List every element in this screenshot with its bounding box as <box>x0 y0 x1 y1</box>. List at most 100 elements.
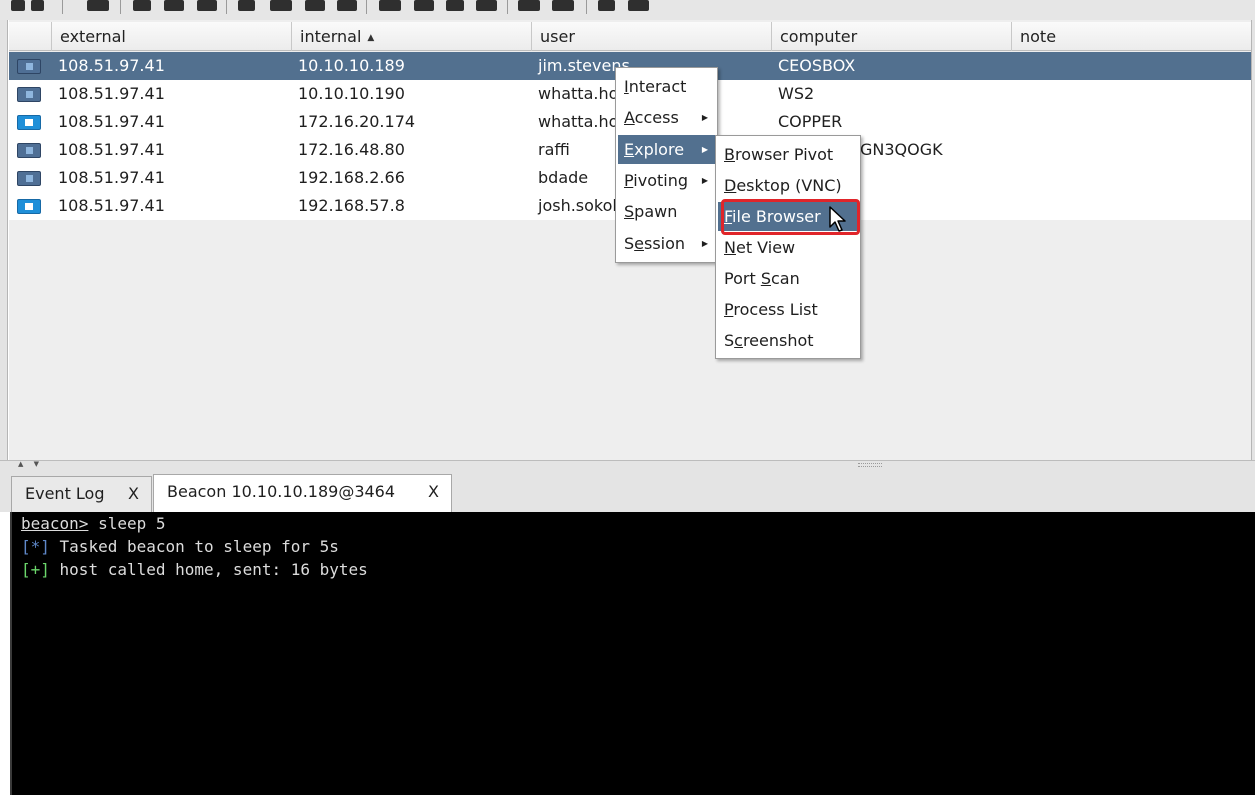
tab-event-log[interactable]: Event Log X <box>11 476 152 512</box>
java-signed-applet-icon[interactable] <box>414 0 434 11</box>
menu-item-explore[interactable]: Explore ▶ <box>618 135 715 164</box>
menu-item-pivoting[interactable]: Pivoting ▶ <box>618 166 715 195</box>
pane-splitter[interactable]: ▲ ▼ <box>0 460 1255 474</box>
toolbar-separator <box>226 0 227 14</box>
computer-name: CEOSBOX <box>778 56 856 75</box>
close-tab-icon[interactable]: X <box>128 477 139 511</box>
menu-item-browser-pivot[interactable]: Browser Pivot <box>718 140 858 169</box>
console-command-line: beacon> sleep 5 <box>21 512 166 535</box>
menu-item-access[interactable]: Access ▶ <box>618 103 715 132</box>
external-ip: 108.51.97.41 <box>58 196 165 215</box>
success-tag: [+] <box>21 560 50 579</box>
menu-item-net-view[interactable]: Net View <box>718 233 858 262</box>
external-ip: 108.51.97.41 <box>58 56 165 75</box>
menu-item-session[interactable]: Session ▶ <box>618 229 715 258</box>
table-header: external internal ▲ user computer note <box>9 22 1251 51</box>
mnemonic-letter: S <box>624 202 635 221</box>
host-file-icon[interactable] <box>552 0 574 11</box>
mnemonic-letter: E <box>624 140 635 159</box>
keystrokes-icon[interactable] <box>305 0 325 11</box>
console-output-line: [+] host called home, sent: 16 bytes <box>21 558 368 581</box>
column-header-label: note <box>1020 27 1057 46</box>
manage-sites-icon[interactable] <box>518 0 540 11</box>
explore-submenu: Browser Pivot Desktop (VNC) File Browser… <box>715 135 861 359</box>
menu-item-screenshot[interactable]: Screenshot <box>718 326 858 355</box>
menu-item-desktop-vnc[interactable]: Desktop (VNC) <box>718 171 858 200</box>
listeners-icon[interactable] <box>87 0 109 11</box>
left-frame-border <box>0 20 8 460</box>
column-header-internal[interactable]: internal ▲ <box>291 22 531 51</box>
computer-name: COPPER <box>778 112 843 131</box>
submenu-arrow-icon: ▶ <box>701 113 708 122</box>
internal-ip: 172.16.48.80 <box>298 140 405 159</box>
submenu-arrow-icon: ▶ <box>701 145 708 154</box>
user-name: josh.sokol <box>538 196 617 215</box>
column-header-label: computer <box>780 27 858 46</box>
mnemonic-letter: e <box>634 234 644 253</box>
console-command: sleep 5 <box>88 514 166 533</box>
column-header-computer[interactable]: computer <box>771 22 1011 51</box>
toolbar-separator <box>120 0 121 14</box>
linux-monitor-icon <box>17 143 41 158</box>
menu-item-port-scan[interactable]: Port Scan <box>718 264 858 293</box>
tab-bar: Event Log X Beacon 10.10.10.189@3464 X <box>0 474 1255 512</box>
mnemonic-letter: c <box>734 331 743 350</box>
new-connection-icon[interactable] <box>11 0 25 11</box>
mnemonic-letter: N <box>724 238 736 257</box>
generate-payload-icon[interactable] <box>379 0 401 11</box>
pivot-graph-icon[interactable] <box>133 0 151 11</box>
computer-name: GN3QOGK <box>860 140 943 159</box>
target-table-icon[interactable] <box>197 0 217 11</box>
mnemonic-letter: D <box>724 176 737 195</box>
menu-item-process-list[interactable]: Process List <box>718 295 858 324</box>
internal-ip: 10.10.10.190 <box>298 84 405 103</box>
tab-label: Beacon 10.10.10.189@3464 <box>167 482 396 501</box>
column-header-user[interactable]: user <box>531 22 771 51</box>
mnemonic-letter: S <box>760 269 771 288</box>
mnemonic-letter: I <box>624 77 629 96</box>
info-tag: [*] <box>21 537 50 556</box>
beacon-console[interactable]: beacon> sleep 5 [*] Tasked beacon to sle… <box>10 512 1255 795</box>
screenshots-icon[interactable] <box>337 0 357 11</box>
toolbar-separator <box>62 0 63 14</box>
toolbar-separator <box>586 0 587 14</box>
help-icon[interactable] <box>598 0 615 11</box>
splitter-grip[interactable] <box>858 463 882 467</box>
ms-office-macro-icon[interactable] <box>446 0 464 11</box>
internal-ip: 192.168.57.8 <box>298 196 405 215</box>
menu-item-interact[interactable]: Interact <box>618 72 715 101</box>
mnemonic-letter: A <box>624 108 635 127</box>
close-tab-icon[interactable]: X <box>428 475 439 509</box>
session-table-icon[interactable] <box>164 0 184 11</box>
windows-monitor-icon <box>17 115 41 130</box>
external-ip: 108.51.97.41 <box>58 168 165 187</box>
credentials-icon[interactable] <box>238 0 255 11</box>
column-header-external[interactable]: external <box>51 22 291 51</box>
submenu-arrow-icon: ▶ <box>701 176 708 185</box>
sort-ascending-icon: ▲ <box>367 33 375 43</box>
mnemonic-letter: P <box>724 300 734 319</box>
column-header-icon[interactable] <box>9 22 51 51</box>
linux-monitor-icon <box>17 171 41 186</box>
toolbar <box>0 0 1255 20</box>
tab-beacon[interactable]: Beacon 10.10.10.189@3464 X <box>153 474 452 512</box>
column-header-note[interactable]: note <box>1011 22 1251 51</box>
submenu-arrow-icon: ▶ <box>701 239 708 248</box>
tab-label: Event Log <box>25 484 105 503</box>
splitter-arrows-icon[interactable]: ▲ ▼ <box>18 460 43 468</box>
external-ip: 108.51.97.41 <box>58 84 165 103</box>
mnemonic-letter: P <box>624 171 634 190</box>
powershell-web-delivery-icon[interactable] <box>476 0 497 11</box>
internal-ip: 172.16.20.174 <box>298 112 416 131</box>
session-context-menu: Interact Access ▶ Explore ▶ Pivoting ▶ Spaw… <box>615 67 718 263</box>
disconnect-icon[interactable] <box>31 0 44 11</box>
menu-item-spawn[interactable]: Spawn <box>618 197 715 226</box>
user-name: raffi <box>538 140 570 159</box>
windows-monitor-icon <box>17 199 41 214</box>
mouse-cursor-icon <box>829 206 846 232</box>
column-header-label: internal <box>300 27 362 46</box>
about-icon[interactable] <box>628 0 649 11</box>
console-output-text: host called home, sent: 16 bytes <box>49 560 368 579</box>
toolbar-separator <box>507 0 508 14</box>
downloads-icon[interactable] <box>270 0 292 11</box>
